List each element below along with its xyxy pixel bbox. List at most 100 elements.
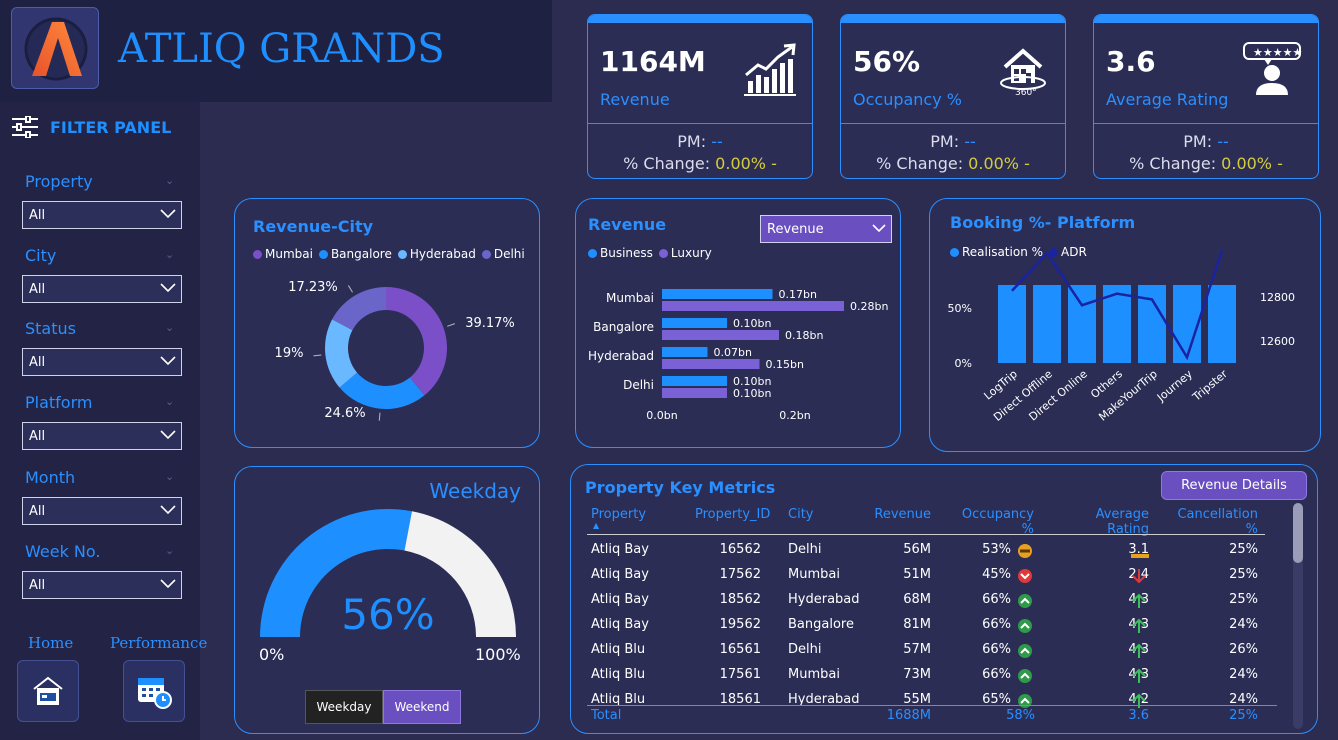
collapse-chevron-icon[interactable]: ⌄ xyxy=(165,248,174,261)
slice-leader-line xyxy=(378,412,381,421)
growth-chart-icon xyxy=(742,41,798,101)
collapse-chevron-icon[interactable]: ⌄ xyxy=(165,470,174,483)
collapse-chevron-icon[interactable]: ⌄ xyxy=(165,395,174,408)
table-row[interactable]: Atliq Blu 16561 Delhi 57M 66% 4.3 26% xyxy=(571,639,1271,664)
total-label: Total xyxy=(591,708,622,723)
filter-label: Month xyxy=(25,468,76,487)
table-row[interactable]: Atliq Blu 17561 Mumbai 73M 66% 4.3 24% xyxy=(571,664,1271,689)
nav-home-label: Home xyxy=(28,634,74,652)
kpi-value: 1164M xyxy=(600,45,706,78)
business-bar[interactable] xyxy=(662,347,708,357)
change-value: 0.00% - xyxy=(1221,154,1283,173)
column-header[interactable]: Property_ID xyxy=(695,507,770,522)
filter-dropdown[interactable]: All xyxy=(22,275,182,303)
performance-button[interactable] xyxy=(123,660,185,722)
home-button[interactable] xyxy=(17,660,79,722)
bar-value-label: 0.10bn xyxy=(733,387,771,400)
occupancy-gauge: 56% xyxy=(260,508,516,639)
category-label: Hyderabad xyxy=(588,349,654,363)
weekend-toggle[interactable]: Weekend xyxy=(383,690,461,724)
realisation-bar[interactable] xyxy=(1208,285,1236,363)
right-axis-tick: 12800 xyxy=(1260,291,1295,304)
column-header[interactable]: Occupancy % xyxy=(949,507,1034,537)
sort-ascending-icon[interactable]: ▲ xyxy=(593,521,599,530)
chevron-down-icon xyxy=(160,504,176,519)
kpi-pm: PM: -- xyxy=(588,132,812,151)
column-header[interactable]: Revenue xyxy=(871,507,931,522)
chevron-down-icon xyxy=(160,429,176,444)
cancellation-cell: 24% xyxy=(1229,667,1258,682)
table-row[interactable]: Atliq Bay 19562 Bangalore 81M 66% 4.3 24% xyxy=(571,614,1271,639)
realisation-bar[interactable] xyxy=(1033,285,1061,363)
donut-slice[interactable] xyxy=(386,287,447,396)
booking-platform-card: Booking %- Platform Realisation % ADR Log… xyxy=(929,198,1321,452)
business-bar[interactable] xyxy=(662,376,727,386)
filter-dropdown[interactable]: All xyxy=(22,422,182,450)
kpi-pm: PM: -- xyxy=(1094,132,1318,151)
metrics-table-body: Property Property_ID City Revenue Occupancy … xyxy=(571,465,1291,735)
table-row[interactable]: Atliq Bay 18562 Hyderabad 68M 66% 4.3 25% xyxy=(571,589,1271,614)
gauge-value: 56% xyxy=(341,590,434,639)
column-header[interactable]: Property xyxy=(591,507,646,522)
occupancy-cell: 66% xyxy=(982,592,1011,607)
revenue-city-card: Revenue-City Mumbai Bangalore Hyderabad Del… xyxy=(234,198,540,448)
filter-dropdown[interactable]: All xyxy=(22,201,182,229)
collapse-chevron-icon[interactable]: ⌄ xyxy=(165,544,174,557)
cancellation-cell: 26% xyxy=(1229,642,1258,657)
total-revenue: 1688M xyxy=(886,708,931,723)
nav-performance-label: Performance xyxy=(110,634,208,652)
pm-label: PM: xyxy=(677,132,707,151)
revenue-cell: 51M xyxy=(903,567,931,582)
scrollbar-thumb[interactable] xyxy=(1293,503,1303,563)
pm-value: -- xyxy=(711,132,723,151)
property-id-cell: 17561 xyxy=(719,667,761,682)
filter-dropdown[interactable]: All xyxy=(22,348,182,376)
weekday-toggle[interactable]: Weekday xyxy=(305,690,383,724)
total-cancellation: 25% xyxy=(1229,708,1258,723)
realisation-bar[interactable] xyxy=(998,285,1026,363)
bar-value-label: 0.17bn xyxy=(779,288,817,301)
table-scrollbar[interactable] xyxy=(1293,503,1303,729)
slice-leader-line xyxy=(313,354,322,357)
city-cell: Delhi xyxy=(788,542,822,557)
city-cell: Delhi xyxy=(788,642,822,657)
luxury-bar[interactable] xyxy=(662,388,727,398)
calendar-clock-icon xyxy=(138,678,172,709)
collapse-chevron-icon[interactable]: ⌄ xyxy=(165,174,174,187)
filter-dropdown[interactable]: All xyxy=(22,497,182,525)
property-cell: Atliq Bay xyxy=(591,542,649,557)
category-label: Mumbai xyxy=(606,291,654,305)
realisation-bar[interactable] xyxy=(1068,285,1096,363)
kpi-change: % Change: 0.00% - xyxy=(588,154,812,173)
occupancy-up-icon xyxy=(1017,668,1033,688)
business-bar[interactable] xyxy=(662,318,727,328)
revenue-bar-chart: Mumbai 0.17bn 0.28bn Bangalore 0.10bn 0.18bn H… xyxy=(588,288,888,422)
column-header[interactable]: Average Rating xyxy=(1051,507,1149,537)
luxury-bar[interactable] xyxy=(662,301,844,311)
sliders-icon xyxy=(12,116,38,138)
occupancy-up-icon xyxy=(1017,618,1033,638)
luxury-bar[interactable] xyxy=(662,330,779,340)
filter-value: All xyxy=(29,504,46,519)
kpi-card: 1164M Revenue PM: --% Change: 0.00% - xyxy=(587,14,813,179)
total-row: Total 1688M 58% 3.6 25% xyxy=(571,708,1271,730)
atliq-logo xyxy=(11,7,99,89)
rating-up-icon xyxy=(1131,593,1147,613)
table-row[interactable]: Atliq Bay 17562 Mumbai 51M 45% 2.4 25% xyxy=(571,564,1271,589)
rating-up-icon xyxy=(1131,618,1147,638)
filter-dropdown[interactable]: All xyxy=(22,571,182,599)
gauge-max: 100% xyxy=(475,645,521,664)
column-header[interactable]: Cancellation % xyxy=(1166,507,1258,537)
table-row[interactable]: Atliq Bay 16562 Delhi 56M 53% 3.1 25% xyxy=(571,539,1271,564)
pm-label: PM: xyxy=(1183,132,1213,151)
right-axis-tick: 12600 xyxy=(1260,335,1295,348)
collapse-chevron-icon[interactable]: ⌄ xyxy=(165,321,174,334)
rating-up-icon xyxy=(1131,643,1147,663)
business-bar[interactable] xyxy=(662,289,773,299)
rating-user-icon: ★★★★★ xyxy=(1240,41,1304,101)
category-label: Bangalore xyxy=(593,320,654,334)
total-occupancy: 58% xyxy=(1006,708,1035,723)
luxury-bar[interactable] xyxy=(662,359,760,369)
left-axis-tick: 50% xyxy=(948,302,972,315)
column-header[interactable]: City xyxy=(788,507,813,522)
